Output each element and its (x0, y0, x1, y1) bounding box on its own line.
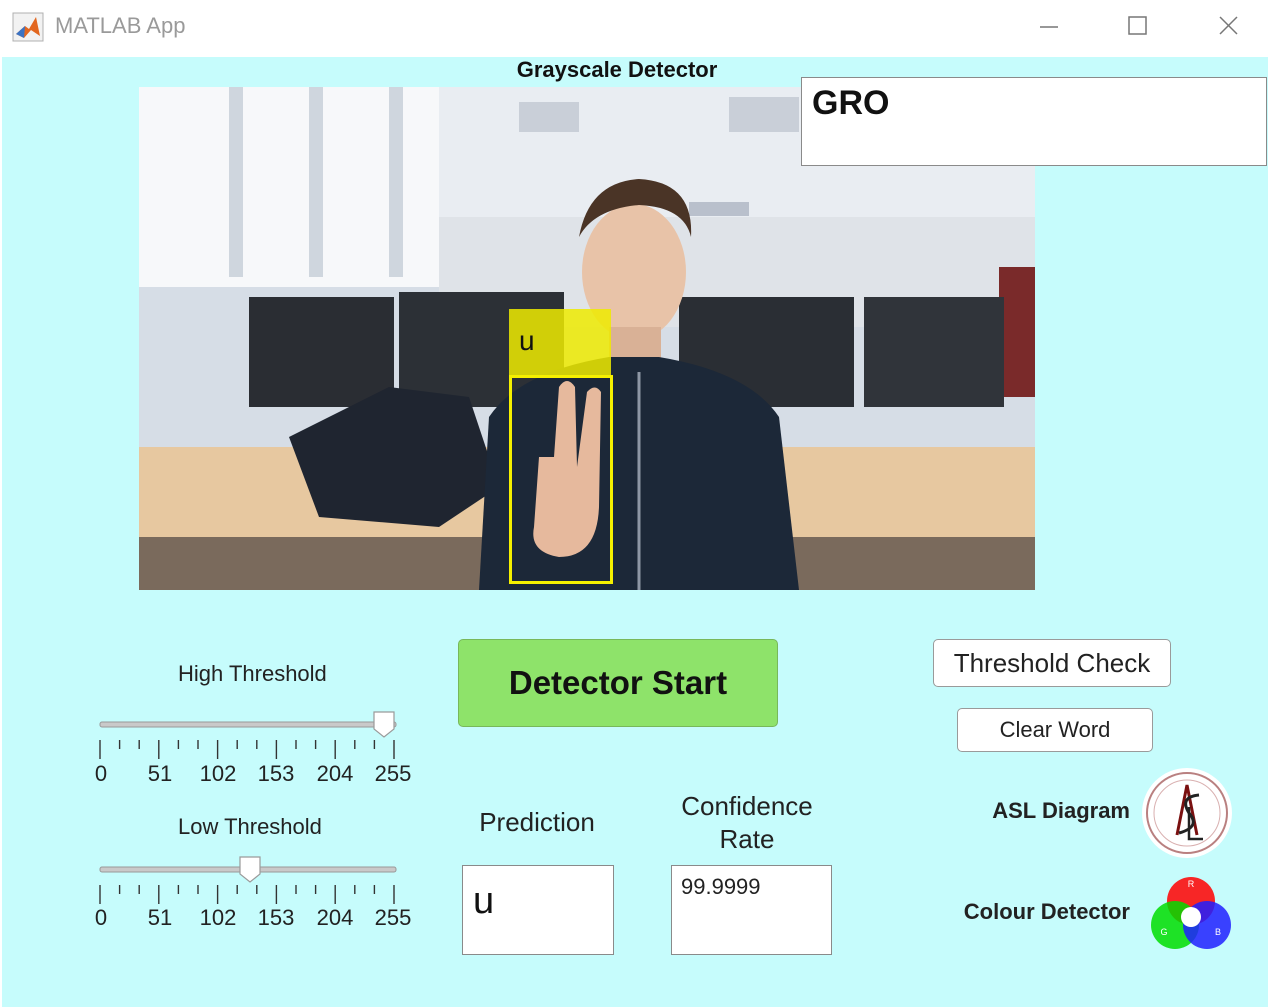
svg-text:B: B (1215, 927, 1221, 937)
title-bar: MATLAB App (0, 0, 1269, 56)
matlab-icon (12, 12, 44, 42)
high-threshold-tick-label: 255 (374, 761, 412, 786)
confidence-label-line1: Confidence (681, 791, 813, 821)
word-display: GRO (801, 77, 1267, 166)
high-threshold-tick-label: 204 (316, 761, 354, 786)
detection-bounding-box (509, 375, 613, 584)
word-display-text: GRO (812, 84, 890, 122)
low-threshold-tick-label: 153 (257, 905, 295, 930)
low-threshold-tick-label: 102 (199, 905, 237, 930)
confidence-value: 99.9999 (681, 874, 761, 899)
confidence-label-line2: Rate (719, 824, 775, 854)
high-threshold-tick-label: 153 (257, 761, 295, 786)
asl-logo-icon[interactable] (1139, 767, 1235, 859)
app-client-area: Grayscale Detector u GRO High Threshold … (2, 57, 1268, 1007)
high-threshold-thumb (373, 711, 395, 738)
high-threshold-tick-label: 102 (199, 761, 237, 786)
low-threshold-tick-label: 255 (374, 905, 412, 930)
detector-start-button[interactable]: Detector Start (458, 639, 778, 727)
low-threshold-thumb (239, 856, 261, 883)
prediction-value: u (473, 880, 495, 922)
high-threshold-label: High Threshold (178, 661, 327, 686)
prediction-field: u (462, 865, 614, 955)
close-button[interactable] (1203, 8, 1253, 48)
low-threshold-tick-label: 204 (316, 905, 354, 930)
minimize-button[interactable] (1024, 8, 1074, 48)
window-title: MATLAB App (55, 13, 186, 38)
low-threshold-tick-label: 51 (147, 905, 173, 930)
detection-label-box: u (509, 309, 611, 375)
maximize-button[interactable] (1113, 8, 1163, 48)
low-threshold-label: Low Threshold (178, 814, 322, 839)
high-threshold-tick-label: 0 (94, 761, 108, 786)
prediction-label: Prediction (479, 807, 595, 837)
clear-word-button[interactable]: Clear Word (957, 708, 1153, 752)
rgb-color-wheel-icon[interactable]: R G B (1146, 869, 1236, 959)
asl-diagram-label: ASL Diagram (992, 798, 1130, 823)
colour-detector-label: Colour Detector (963, 899, 1130, 924)
high-threshold-tick-label: 51 (147, 761, 173, 786)
low-threshold-tick-label: 0 (94, 905, 108, 930)
detection-label: u (519, 325, 535, 356)
svg-text:R: R (1188, 879, 1195, 889)
confidence-field: 99.9999 (671, 865, 832, 955)
threshold-check-button[interactable]: Threshold Check (933, 639, 1171, 687)
svg-text:G: G (1160, 927, 1167, 937)
